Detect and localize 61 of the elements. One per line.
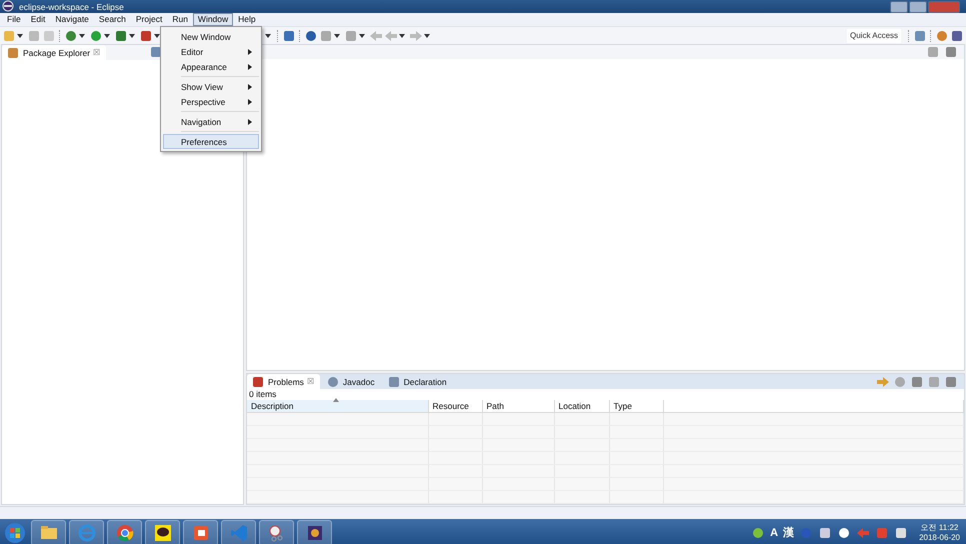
caret-icon[interactable] [129, 34, 135, 38]
panel-tab[interactable]: Problems ☒ [247, 374, 320, 389]
menu-item[interactable]: Help [233, 13, 261, 26]
menu-item[interactable]: Editor [163, 44, 259, 59]
caret-icon[interactable] [359, 34, 365, 38]
caret-icon[interactable] [265, 34, 271, 38]
clock[interactable]: 오전 11:22 2018-06-20 [919, 522, 960, 542]
browser-icon[interactable] [69, 520, 104, 544]
menu-item[interactable]: Preferences [163, 134, 259, 149]
window-title: eclipse-workspace - Eclipse [19, 2, 124, 12]
volume-icon[interactable] [856, 526, 870, 540]
menu-item[interactable]: File [2, 13, 26, 26]
item-count: 0 items [248, 389, 278, 400]
eclipse-logo-icon [2, 0, 16, 14]
panel-tab[interactable]: Declaration [382, 374, 453, 389]
code-editor-icon[interactable] [221, 520, 256, 544]
tab-label: Javadoc [342, 376, 375, 386]
browser-icon[interactable] [107, 520, 142, 544]
menu-item[interactable]: Window [192, 13, 234, 26]
menu-item[interactable]: Navigate [50, 13, 94, 26]
caret-icon[interactable] [104, 34, 110, 38]
menu-item[interactable]: Navigation [163, 114, 259, 129]
menu-item[interactable]: New Window [163, 29, 259, 44]
column-header[interactable]: Location [554, 400, 609, 412]
caret-icon[interactable] [334, 34, 340, 38]
caret-icon[interactable] [399, 34, 405, 38]
caret-icon[interactable] [154, 34, 160, 38]
menu-item[interactable]: Edit [26, 13, 50, 26]
eclipse-app-icon[interactable] [297, 520, 332, 544]
menu-item[interactable]: Project [130, 13, 168, 26]
tab-label: Package Explorer [23, 48, 90, 58]
clock-time: 오전 11:22 [920, 522, 958, 532]
caret-icon[interactable] [424, 34, 430, 38]
tab-label: Declaration [404, 376, 447, 386]
folder-icon[interactable] [31, 520, 66, 544]
input-mode-indicator[interactable]: A [770, 526, 778, 538]
tab-label: Problems [268, 376, 304, 386]
sort-icon [333, 398, 339, 402]
focus-icon[interactable] [876, 374, 890, 388]
minimize-button[interactable] [890, 0, 908, 12]
maximize-button[interactable] [909, 0, 927, 12]
column-header[interactable]: Type [609, 400, 663, 412]
column-header[interactable]: Resource [428, 400, 482, 412]
presentation-icon[interactable] [183, 520, 218, 544]
hanja-indicator[interactable]: 漢 [783, 525, 794, 540]
menu-item[interactable]: Appearance [163, 59, 259, 74]
chat-icon[interactable] [145, 520, 180, 544]
column-header[interactable]: Path [482, 400, 554, 412]
clock-date: 2018-06-20 [919, 532, 960, 542]
panel-tab[interactable]: Javadoc [322, 374, 381, 389]
caret-icon[interactable] [79, 34, 85, 38]
close-icon[interactable]: ☒ [93, 48, 100, 57]
quick-access-field[interactable]: Quick Access [847, 28, 901, 42]
menu-item[interactable]: Search [94, 13, 131, 26]
view-tab[interactable]: Package Explorer ☒ [2, 45, 106, 60]
caret-icon[interactable] [17, 34, 23, 38]
close-icon[interactable]: ☒ [306, 377, 314, 386]
menu-item[interactable]: Run [167, 13, 193, 26]
menu-item[interactable]: Show View [163, 79, 259, 94]
column-header[interactable]: Description [247, 400, 428, 412]
menu-item[interactable]: Perspective [163, 94, 259, 109]
